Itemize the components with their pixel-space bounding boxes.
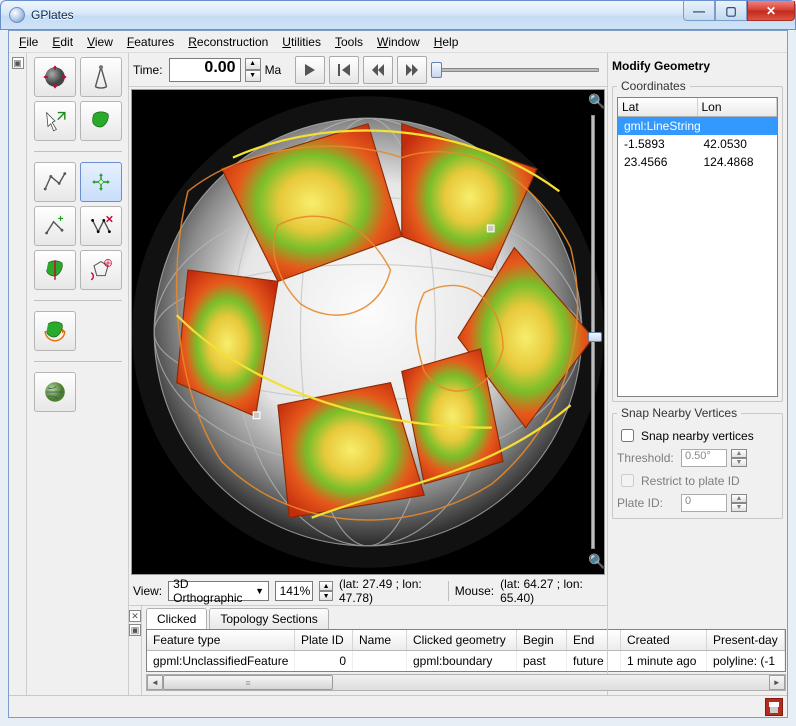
menu-tools[interactable]: Tools [329,33,369,51]
menu-file[interactable]: File [13,33,44,51]
unsaved-changes-icon[interactable] [765,698,783,716]
view-center-coords: (lat: 27.49 ; lon: 47.78) [339,577,442,605]
tool-insert-vertex[interactable]: + [34,206,76,246]
toolbox: + [27,53,129,695]
tool-drag-globe[interactable] [34,57,76,97]
restrict-checkbox [621,474,634,487]
tool-measure[interactable] [80,57,122,97]
tool-move-vertex[interactable] [80,162,122,202]
time-label: Time: [131,63,165,77]
mouse-label: Mouse: [455,584,494,598]
snap-legend: Snap Nearby Vertices [617,406,741,420]
menubar: File Edit View Features Reconstruction U… [9,31,787,53]
time-unit: Ma [265,63,282,77]
tool-digitise-polyline[interactable] [34,162,76,202]
dock-handle-left[interactable]: ▣ [9,53,27,695]
view-statusbar: View: 3D Orthographic ▼ 141% ▲▼ (lat: 27… [129,577,607,605]
tool-split-feature[interactable] [34,250,76,290]
plateid-spinner: ▲▼ [731,494,747,512]
step-back-button[interactable] [363,56,393,84]
col-name[interactable]: Name [353,630,407,650]
scroll-thumb[interactable]: ≡ [163,675,333,690]
window-minimize-button[interactable]: — [683,1,715,21]
tool-clone-feature[interactable] [80,250,122,290]
tab-topology-sections[interactable]: Topology Sections [209,608,328,629]
window-title: GPlates [31,8,74,22]
dock-float-icon[interactable]: ▣ [129,624,141,636]
tool-manipulate-pole[interactable] [34,311,76,351]
col-plate-id[interactable]: Plate ID [295,630,353,650]
app-icon [9,7,25,23]
plateid-label: Plate ID: [617,496,677,510]
zoom-in-icon[interactable]: 🔍 [588,93,606,111]
horizontal-scrollbar[interactable]: ◄ ≡ ► [146,674,786,691]
geometry-type-row[interactable]: gml:LineString [618,117,777,135]
step-forward-button[interactable] [397,56,427,84]
plateid-input: 0 [681,494,727,512]
snap-checkbox-label: Snap nearby vertices [641,429,754,443]
coordinates-legend: Coordinates [617,79,690,93]
col-clicked-geom[interactable]: Clicked geometry [407,630,517,650]
chevron-down-icon: ▼ [255,586,264,596]
projection-value: 3D Orthographic [173,577,255,605]
zoom-percent-input[interactable]: 141% [275,581,313,601]
threshold-label: Threshold: [617,451,677,465]
zoom-slider[interactable] [591,115,601,549]
scroll-right-icon[interactable]: ► [769,675,785,690]
dock-handle-bottom[interactable]: ✕ ▣ [129,606,142,695]
titlebar: GPlates — ▢ ✕ [0,0,796,30]
statusbar [9,695,787,717]
tool-choose-feature[interactable] [80,101,122,141]
time-spinner[interactable]: ▲▼ [245,58,261,82]
menu-view[interactable]: View [81,33,119,51]
dock-close-icon[interactable]: ✕ [129,610,141,622]
coord-row[interactable]: -1.5893 42.0530 [618,135,777,153]
reset-button[interactable] [329,56,359,84]
snap-checkbox[interactable] [621,429,634,442]
menu-features[interactable]: Features [121,33,180,51]
play-button[interactable] [295,56,325,84]
threshold-input: 0.50° [681,449,727,467]
col-lat[interactable]: Lat [618,98,698,116]
zoom-spinner[interactable]: ▲▼ [319,581,333,601]
modify-geometry-panel: Modify Geometry Coordinates Lat Lon gml:… [607,53,787,695]
col-begin[interactable]: Begin [517,630,567,650]
menu-utilities[interactable]: Utilities [276,33,327,51]
mouse-coords: (lat: 64.27 ; lon: 65.40) [500,577,603,605]
time-toolbar: Time: 0.00 ▲▼ Ma [129,53,607,87]
zoom-out-icon[interactable]: 🔍 [588,553,606,571]
dock-toggle-icon[interactable]: ▣ [12,57,24,69]
restrict-label: Restrict to plate ID [641,474,740,488]
menu-window[interactable]: Window [371,33,426,51]
col-lon[interactable]: Lon [698,98,778,116]
tool-build-topology[interactable] [34,372,76,412]
time-slider[interactable] [431,61,605,79]
menu-edit[interactable]: Edit [46,33,79,51]
globe-canvas[interactable] [131,89,605,575]
tab-clicked[interactable]: Clicked [146,608,207,629]
tool-click-geometry[interactable] [34,101,76,141]
window-close-button[interactable]: ✕ [747,1,795,21]
threshold-spinner: ▲▼ [731,449,747,467]
menu-help[interactable]: Help [428,33,465,51]
view-label: View: [133,584,162,598]
menu-reconstruction[interactable]: Reconstruction [182,33,274,51]
scroll-left-icon[interactable]: ◄ [147,675,163,690]
panel-title: Modify Geometry [612,57,783,75]
col-feature-type[interactable]: Feature type [147,630,295,650]
coordinates-table[interactable]: Lat Lon gml:LineString -1.5893 42.0530 2… [617,97,778,397]
svg-text:+: + [57,214,63,225]
coord-row[interactable]: 23.4566 124.4868 [618,153,777,171]
time-input[interactable]: 0.00 [169,58,241,82]
tool-delete-vertex[interactable] [80,206,122,246]
projection-combo[interactable]: 3D Orthographic ▼ [168,581,269,601]
window-maximize-button[interactable]: ▢ [715,1,747,21]
